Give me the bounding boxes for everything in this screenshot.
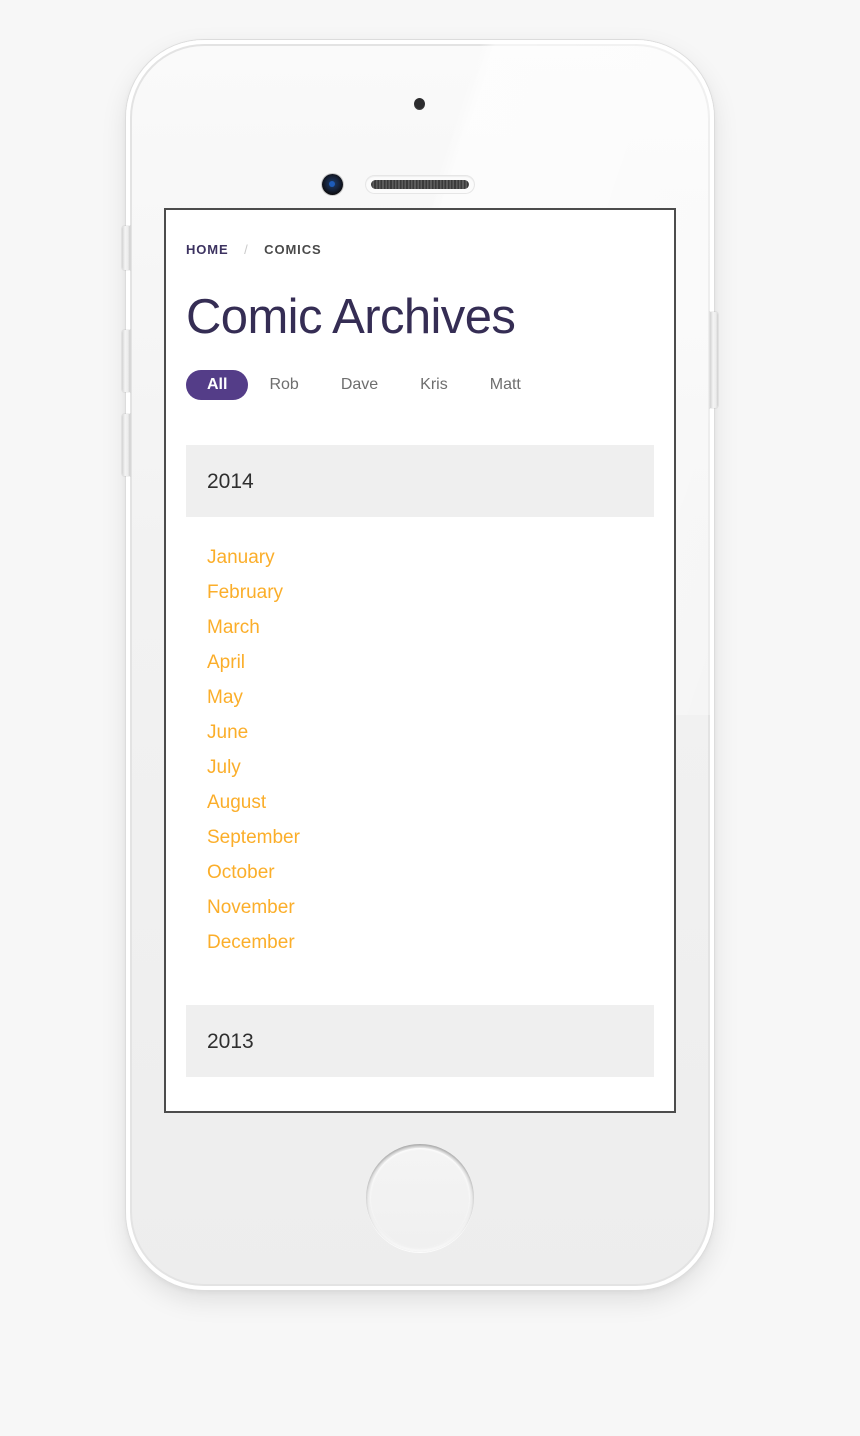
month-link-february[interactable]: February [207, 582, 283, 603]
breadcrumb-separator: / [244, 242, 249, 257]
breadcrumb-current-comics: COMICS [264, 242, 322, 257]
month-link-september[interactable]: September [207, 827, 300, 848]
breadcrumb-link-home[interactable]: HOME [186, 242, 229, 257]
year-group: 2013 [186, 1005, 654, 1078]
list-item: September [207, 821, 654, 856]
filter-tab-matt[interactable]: Matt [469, 370, 542, 400]
month-link-november[interactable]: November [207, 897, 295, 918]
list-item: October [207, 856, 654, 891]
month-link-may[interactable]: May [207, 687, 243, 708]
volume-down-button[interactable] [122, 414, 130, 476]
silent-switch-button[interactable] [122, 226, 130, 270]
page-title: Comic Archives [186, 290, 516, 344]
filter-tab-all[interactable]: All [186, 370, 249, 401]
list-item: April [207, 646, 654, 681]
month-link-july[interactable]: July [207, 757, 241, 778]
list-item: November [207, 891, 654, 926]
month-link-december[interactable]: December [207, 932, 295, 953]
year-group: 2014 January February March April May June July… [186, 445, 654, 961]
month-link-january[interactable]: January [207, 547, 275, 568]
home-button[interactable] [366, 1144, 474, 1252]
front-camera-icon [322, 174, 343, 195]
author-filter-tabs: All Rob Dave Kris Matt [186, 370, 654, 401]
web-page: HOME / COMICS Comic Archives All Rob Dave K… [166, 210, 674, 1111]
list-item: August [207, 786, 654, 821]
month-list: January February March April May June July Augu… [186, 517, 654, 961]
archive-year-list: 2014 January February March April May June July… [186, 445, 654, 1078]
list-item: December [207, 926, 654, 961]
year-label: 2013 [207, 1029, 254, 1053]
month-link-april[interactable]: April [207, 652, 245, 673]
filter-tab-kris[interactable]: Kris [399, 370, 469, 400]
breadcrumb: HOME / COMICS [186, 210, 654, 256]
year-header: 2014 [186, 445, 654, 518]
list-item: July [207, 751, 654, 786]
list-item: May [207, 681, 654, 716]
month-link-march[interactable]: March [207, 617, 260, 638]
proximity-sensor-icon [414, 98, 425, 110]
year-header: 2013 [186, 1005, 654, 1078]
list-item: June [207, 716, 654, 751]
year-label: 2014 [207, 469, 254, 493]
list-item: February [207, 576, 654, 611]
filter-tab-rob[interactable]: Rob [248, 370, 319, 400]
volume-up-button[interactable] [122, 330, 130, 392]
phone-screen: HOME / COMICS Comic Archives All Rob Dave K… [164, 208, 676, 1113]
month-link-october[interactable]: October [207, 862, 275, 883]
earpiece-speaker-icon [366, 176, 474, 193]
month-link-august[interactable]: August [207, 792, 266, 813]
month-link-june[interactable]: June [207, 722, 248, 743]
filter-tab-dave[interactable]: Dave [320, 370, 399, 400]
power-button[interactable] [710, 312, 718, 408]
list-item: January [207, 541, 654, 576]
list-item: March [207, 611, 654, 646]
